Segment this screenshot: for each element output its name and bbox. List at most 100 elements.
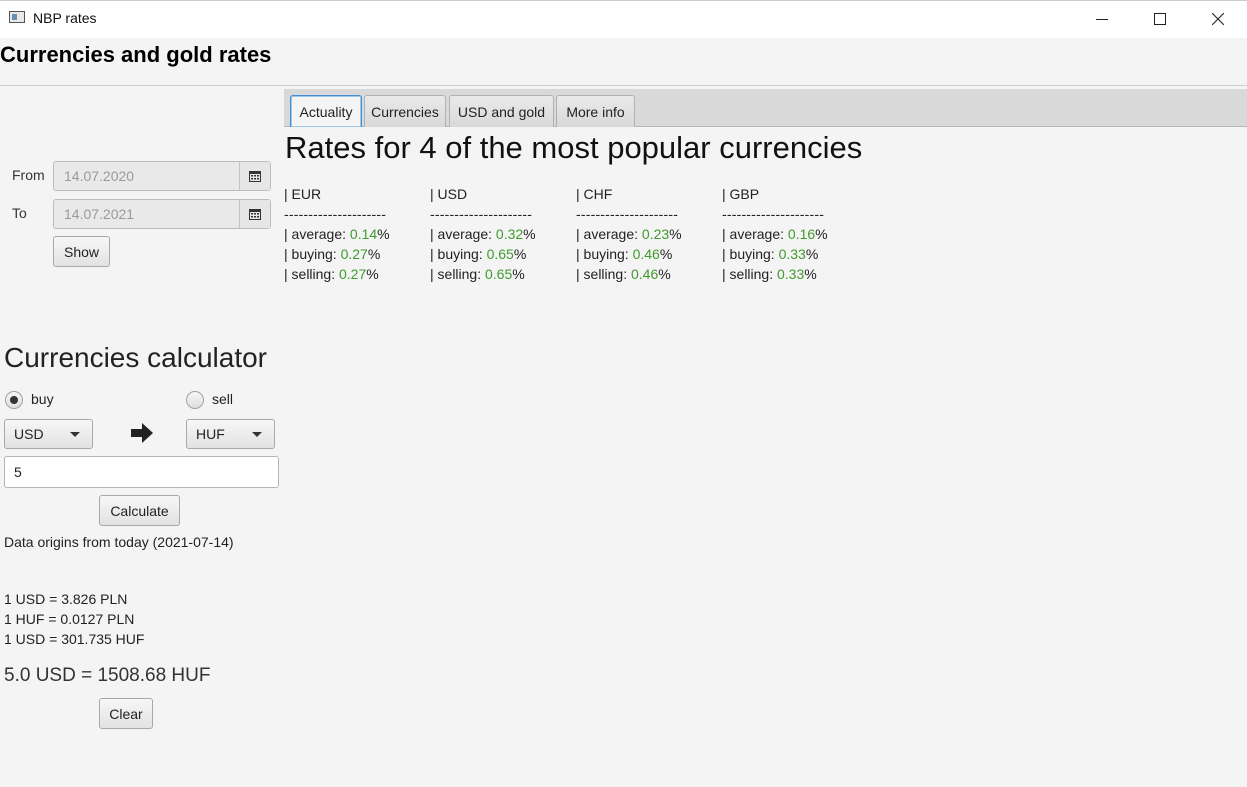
radio-selected-dot <box>10 396 18 404</box>
selling-label: selling: <box>729 266 777 282</box>
currency-code: CHF <box>583 186 613 202</box>
window-title: NBP rates <box>33 10 97 26</box>
buy-label[interactable]: buy <box>31 391 54 407</box>
rate-buying-line: | buying: 0.46% <box>576 244 682 264</box>
percent-sign: % <box>513 246 527 262</box>
rate-selling-line: | selling: 0.33% <box>722 264 828 284</box>
column-bar: | <box>284 186 292 202</box>
rate-average-line: | average: 0.16% <box>722 224 828 244</box>
close-icon <box>1212 12 1224 25</box>
arrow-right-icon <box>131 423 153 447</box>
rate-column-gbp: | GBP --------------------- | average: 0.1… <box>722 184 828 284</box>
tab-actuality[interactable]: Actuality <box>290 95 362 127</box>
selling-value: 0.46 <box>631 266 659 282</box>
calculation-result: 5.0 USD = 1508.68 HUF <box>4 665 211 686</box>
calculate-button[interactable]: Calculate <box>99 495 180 526</box>
average-value: 0.32 <box>495 226 524 242</box>
selling-label: selling: <box>583 266 631 282</box>
page-title: Currencies and gold rates <box>0 42 272 67</box>
from-calendar-button[interactable] <box>239 162 270 190</box>
clear-button[interactable]: Clear <box>99 698 153 729</box>
rate-column-chf: | CHF --------------------- | average: 0.2… <box>576 184 682 284</box>
buying-label: buying: <box>291 246 341 262</box>
close-button[interactable] <box>1189 0 1247 37</box>
percent-sign: % <box>815 226 828 242</box>
percent-sign: % <box>805 246 819 262</box>
show-button[interactable]: Show <box>53 236 110 267</box>
from-date-value[interactable]: 14.07.2020 <box>64 168 134 184</box>
sell-radio[interactable] <box>186 391 204 409</box>
buying-label: buying: <box>583 246 633 262</box>
to-date-picker[interactable]: 14.07.2021 <box>53 199 271 229</box>
buying-value: 0.65 <box>486 246 514 262</box>
column-bar: | <box>430 266 438 282</box>
sell-label[interactable]: sell <box>212 391 233 407</box>
column-bar: | <box>722 186 730 202</box>
percent-sign: % <box>512 266 525 282</box>
percent-sign: % <box>367 246 381 262</box>
average-label: average: <box>437 226 496 242</box>
buying-label: buying: <box>729 246 779 262</box>
from-currency-value: USD <box>14 426 44 442</box>
from-label: From <box>12 167 45 183</box>
percent-sign: % <box>523 226 536 242</box>
selling-label: selling: <box>437 266 485 282</box>
rate-average-line: | average: 0.14% <box>284 224 390 244</box>
column-bar: | <box>284 266 292 282</box>
buying-value: 0.46 <box>632 246 660 262</box>
to-label: To <box>12 205 27 221</box>
tab-usd-and-gold[interactable]: USD and gold <box>449 95 554 127</box>
currency-code: EUR <box>291 186 322 202</box>
selling-value: 0.65 <box>485 266 513 282</box>
column-bar: | <box>430 226 438 242</box>
column-bar: | <box>430 246 438 262</box>
rate-line: 1 USD = 301.735 HUF <box>4 631 145 647</box>
data-origin-text: Data origins from today (2021-07-14) <box>4 534 234 550</box>
percent-sign: % <box>377 226 390 242</box>
rate-column-usd: | USD --------------------- | average: 0.3… <box>430 184 536 284</box>
from-date-picker[interactable]: 14.07.2020 <box>53 161 271 191</box>
average-label: average: <box>583 226 642 242</box>
percent-sign: % <box>658 266 671 282</box>
amount-field[interactable] <box>4 456 279 488</box>
buy-radio[interactable] <box>5 391 23 409</box>
percent-sign: % <box>366 266 379 282</box>
rate-line: 1 HUF = 0.0127 PLN <box>4 611 135 627</box>
maximize-button[interactable] <box>1131 0 1189 37</box>
column-separator: --------------------- <box>722 206 825 222</box>
rate-selling-line: | selling: 0.27% <box>284 264 390 284</box>
amount-input[interactable] <box>14 464 269 480</box>
percent-sign: % <box>659 246 673 262</box>
to-currency-select[interactable]: HUF <box>186 419 275 449</box>
column-separator: --------------------- <box>576 206 679 222</box>
average-value: 0.14 <box>349 226 378 242</box>
selling-label: selling: <box>291 266 339 282</box>
rate-average-line: | average: 0.32% <box>430 224 536 244</box>
chevron-down-icon <box>252 432 262 437</box>
maximize-icon <box>1154 12 1166 25</box>
average-value: 0.23 <box>641 226 670 242</box>
rate-buying-line: | buying: 0.65% <box>430 244 536 264</box>
chevron-down-icon <box>70 432 80 437</box>
column-bar: | <box>722 266 730 282</box>
to-calendar-button[interactable] <box>239 200 270 228</box>
buying-value: 0.33 <box>778 246 806 262</box>
column-bar: | <box>576 246 584 262</box>
percent-sign: % <box>669 226 682 242</box>
rate-line: 1 USD = 3.826 PLN <box>4 591 128 607</box>
average-value: 0.16 <box>787 226 816 242</box>
app-icon <box>9 11 25 23</box>
rate-average-line: | average: 0.23% <box>576 224 682 244</box>
average-label: average: <box>729 226 788 242</box>
rate-buying-line: | buying: 0.27% <box>284 244 390 264</box>
column-bar: | <box>576 266 584 282</box>
minimize-button[interactable] <box>1073 0 1131 37</box>
tab-more-info[interactable]: More info <box>556 95 635 127</box>
tab-currencies[interactable]: Currencies <box>364 95 446 127</box>
calendar-icon <box>249 208 261 220</box>
to-date-value[interactable]: 14.07.2021 <box>64 206 134 222</box>
from-currency-select[interactable]: USD <box>4 419 93 449</box>
calculator-title: Currencies calculator <box>4 342 267 373</box>
window-titlebar <box>0 0 1247 38</box>
column-bar: | <box>576 226 584 242</box>
